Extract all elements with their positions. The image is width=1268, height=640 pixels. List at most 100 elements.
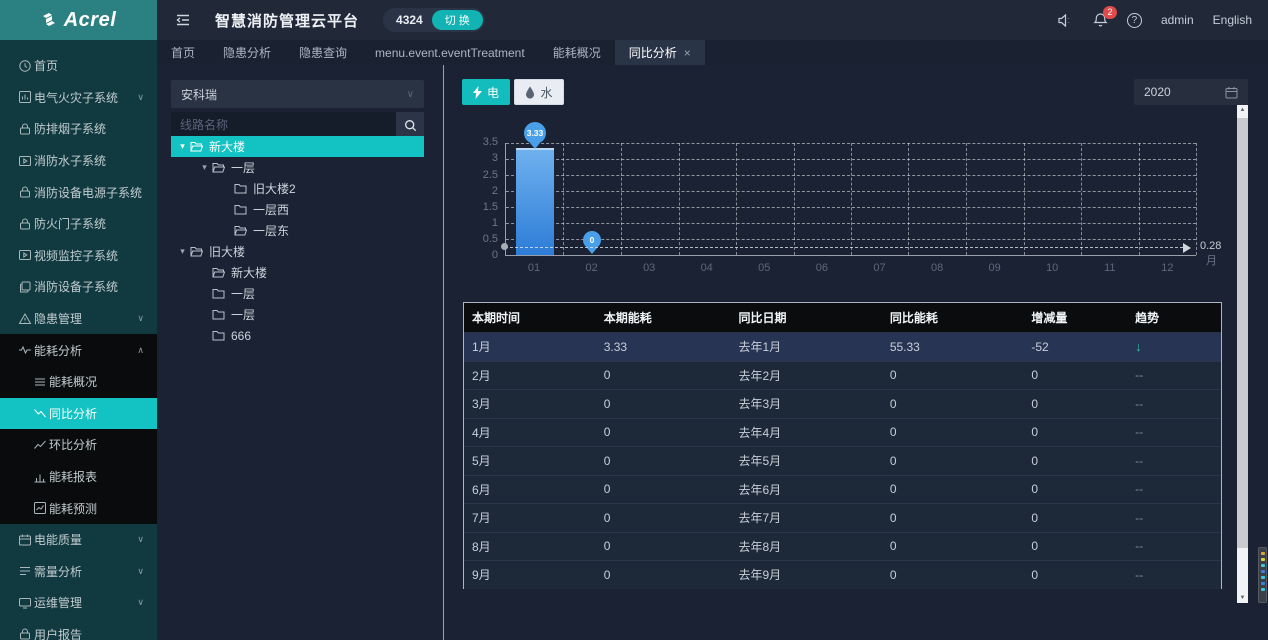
help-icon[interactable]: ?: [1127, 13, 1142, 28]
y-tick: 0: [456, 249, 498, 261]
sidebar-item-video-monitor[interactable]: 视频监控子系统: [0, 240, 157, 272]
chevron-down-icon: ∨: [137, 534, 144, 545]
caret-down-icon[interactable]: ▾: [198, 162, 211, 173]
sidebar-item-fire-power[interactable]: 消防设备电源子系统: [0, 176, 157, 208]
caret-down-icon[interactable]: ▾: [176, 141, 189, 152]
sidebar-item-demand-analysis[interactable]: 需量分析 ∨: [0, 556, 157, 588]
close-icon[interactable]: ×: [684, 46, 691, 60]
table-row[interactable]: 9月 0 去年9月 0 0 --: [464, 560, 1221, 589]
sidebar-item-mom-analysis[interactable]: 环比分析: [0, 429, 157, 461]
lightning-icon: [473, 86, 482, 99]
menu-fold-icon[interactable]: [175, 12, 191, 28]
sidebar-item-electric-fire[interactable]: 电气火灾子系统 ∨: [0, 82, 157, 114]
chart-box-icon: [33, 501, 47, 515]
speaker-icon[interactable]: [1057, 13, 1074, 28]
yoy-table: 本期时间 本期能耗 同比日期 同比能耗 增减量 趋势 1月 3.33 去年1月 …: [463, 302, 1222, 589]
sidebar-item-fire-water[interactable]: 消防水子系统: [0, 145, 157, 177]
page-title: 智慧消防管理云平台: [215, 10, 359, 31]
lock-icon: [18, 217, 32, 231]
device-count-pill: 4324 切 换: [383, 8, 485, 32]
calendar-icon: [1225, 86, 1238, 99]
table-row[interactable]: 5月 0 去年5月 0 0 --: [464, 446, 1221, 475]
lock-icon: [18, 185, 32, 199]
tab-hazard-analysis[interactable]: 隐患分析: [209, 40, 285, 65]
water-toggle-button[interactable]: 水: [514, 79, 564, 105]
x-tick: 08: [908, 262, 966, 274]
switch-button[interactable]: 切 换: [432, 10, 483, 30]
chevron-up-icon: ∧: [137, 345, 144, 356]
tree-node[interactable]: ▾新大楼: [171, 136, 424, 157]
tab-yoy-analysis[interactable]: 同比分析 ×: [615, 40, 705, 65]
bar-month-01[interactable]: [516, 148, 554, 255]
language-switch[interactable]: English: [1213, 13, 1252, 27]
tab-home[interactable]: 首页: [157, 40, 209, 65]
lock-icon: [18, 627, 32, 640]
tree-node[interactable]: 旧大楼2: [171, 178, 424, 199]
sidebar-item-user-report[interactable]: 用户报告: [0, 619, 157, 640]
table-row[interactable]: 1月 3.33 去年1月 55.33 -52 ↓: [464, 332, 1221, 361]
sidebar-item-fire-door[interactable]: 防火门子系统: [0, 208, 157, 240]
chevron-down-icon: ∨: [137, 566, 144, 577]
tree-node[interactable]: 666: [171, 325, 424, 346]
x-tick: 05: [735, 262, 793, 274]
table-row[interactable]: 2月 0 去年2月 0 0 --: [464, 361, 1221, 390]
x-tick: 01: [505, 262, 563, 274]
app-logo: Acrel: [0, 0, 157, 40]
trend-dash: --: [1127, 568, 1221, 582]
electric-toggle-button[interactable]: 电: [462, 79, 510, 105]
table-row[interactable]: 6月 0 去年6月 0 0 --: [464, 475, 1221, 504]
table-row[interactable]: 7月 0 去年7月 0 0 --: [464, 503, 1221, 532]
sidebar-item-energy-analysis[interactable]: 能耗分析 ∧: [0, 334, 157, 366]
sidebar-item-yoy-analysis[interactable]: 同比分析: [0, 398, 157, 430]
line-search: [171, 112, 424, 138]
tree-node[interactable]: 一层西: [171, 199, 424, 220]
caret-down-icon[interactable]: ▾: [176, 246, 189, 257]
sidebar-item-fire-equipment[interactable]: 消防设备子系统: [0, 271, 157, 303]
markline-start-dot: [501, 243, 508, 250]
lock-icon: [18, 122, 32, 136]
tab-energy-overview[interactable]: 能耗概况: [539, 40, 615, 65]
year-picker[interactable]: 2020: [1134, 79, 1248, 105]
tree-node[interactable]: 新大楼: [171, 262, 424, 283]
tab-hazard-query[interactable]: 隐患查询: [285, 40, 361, 65]
sidebar-item-hazard-mgmt[interactable]: 隐患管理 ∨: [0, 303, 157, 335]
bell-icon[interactable]: 2: [1093, 12, 1108, 28]
trend-dash: --: [1127, 454, 1221, 468]
scrollbar-thumb[interactable]: [1237, 118, 1248, 548]
gridline: [563, 143, 564, 255]
tree-node[interactable]: 一层: [171, 304, 424, 325]
sidebar-item-smoke-control[interactable]: 防排烟子系统: [0, 113, 157, 145]
tree-node[interactable]: 一层: [171, 283, 424, 304]
tree-node[interactable]: 一层东: [171, 220, 424, 241]
vertical-scrollbar[interactable]: ▲ ▼: [1237, 105, 1248, 603]
search-button[interactable]: [396, 112, 424, 138]
gridline: [1196, 143, 1197, 255]
sidebar: Acrel 首页 电气火灾子系统 ∨ 防排烟子系统 消防水子系统 消防设备电源子…: [0, 0, 157, 640]
table-row[interactable]: 4月 0 去年4月 0 0 --: [464, 418, 1221, 447]
sidebar-item-energy-forecast[interactable]: 能耗预测: [0, 492, 157, 524]
pulse-icon: [18, 343, 32, 357]
tree-node[interactable]: ▾一层: [171, 157, 424, 178]
org-select[interactable]: 安科瑞 ∨: [171, 80, 424, 108]
energy-analysis-submenu: 能耗分析 ∧ 能耗概况 同比分析 环比分析 能耗报表 能耗预测: [0, 334, 157, 524]
sidebar-item-ops-mgmt[interactable]: 运维管理 ∨: [0, 587, 157, 619]
sidebar-item-power-quality[interactable]: 电能质量 ∨: [0, 524, 157, 556]
tab-event-treatment[interactable]: menu.event.eventTreatment: [361, 40, 539, 65]
table-row[interactable]: 3月 0 去年3月 0 0 --: [464, 389, 1221, 418]
sidebar-item-home[interactable]: 首页: [0, 50, 157, 82]
tree-node[interactable]: ▾旧大楼: [171, 241, 424, 262]
gridline: [851, 143, 852, 255]
search-icon: [404, 119, 417, 132]
sidebar-item-energy-report[interactable]: 能耗报表: [0, 461, 157, 493]
chevron-down-icon: ∨: [137, 313, 144, 324]
scroll-down-arrow[interactable]: ▼: [1237, 595, 1248, 601]
trend-down-arrow: ↓: [1127, 339, 1221, 354]
table-row[interactable]: 8月 0 去年8月 0 0 --: [464, 532, 1221, 561]
scroll-up-arrow[interactable]: ▲: [1237, 107, 1248, 113]
bar-chart-icon: [18, 90, 32, 104]
sidebar-item-energy-overview[interactable]: 能耗概况: [0, 366, 157, 398]
line-search-input[interactable]: [171, 112, 396, 138]
user-name[interactable]: admin: [1161, 13, 1194, 27]
yoy-bar-chart: 3.5 3 2.5 2 1.5 1 0.5 0 3.33 0: [456, 112, 1236, 290]
x-tick: 09: [966, 262, 1024, 274]
